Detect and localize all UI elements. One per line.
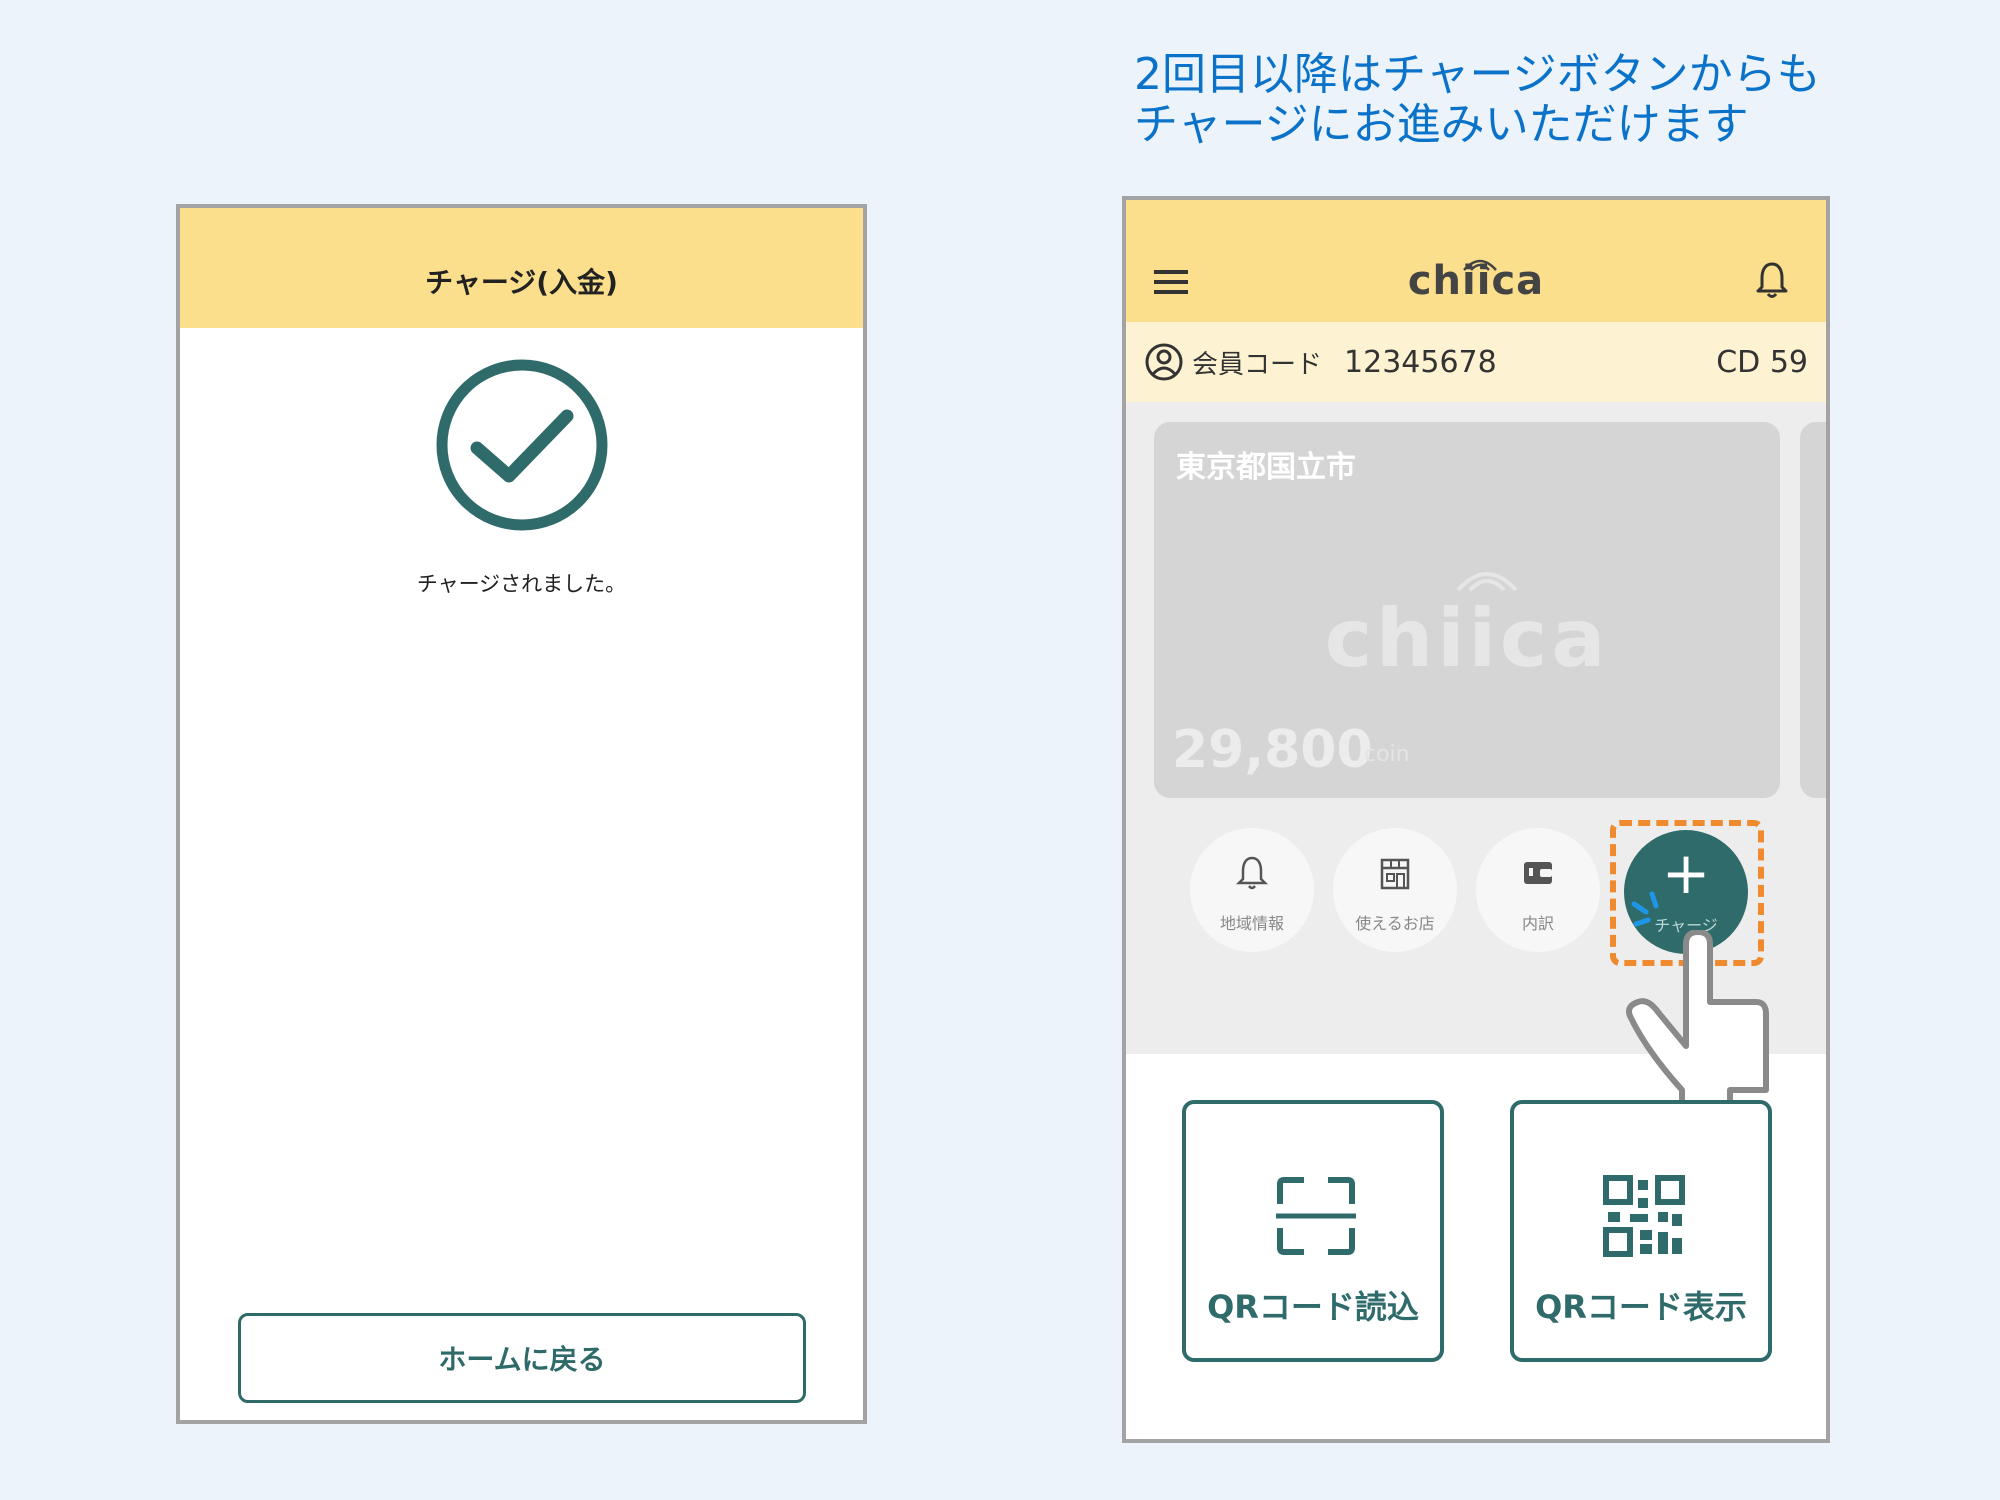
qr-scan-icon (1276, 1177, 1356, 1255)
action-local-info[interactable]: 地域情報 (1190, 828, 1314, 952)
member-code-label: 会員コード (1192, 349, 1323, 380)
caption-line-2: チャージにお進みいただけます (1134, 99, 1749, 150)
caption-line-1: 2回目以降はチャージボタンからも (1134, 49, 1821, 100)
currency-card[interactable]: 東京都国立市 chiica 29,800 coin (1154, 422, 1780, 798)
tap-effect-icon (1631, 891, 1659, 927)
shop-icon (1380, 858, 1410, 890)
check-circle-icon (436, 359, 608, 531)
screen-title: チャージ(入金) (425, 266, 618, 299)
card-balance: 29,800 (1172, 720, 1373, 780)
qr-read-button[interactable]: QRコード読込 (1182, 1100, 1444, 1362)
action-label: 内訳 (1521, 914, 1554, 933)
instruction-caption: 2回目以降はチャージボタンからも チャージにお進みいただけます (1134, 50, 1894, 150)
card-watermark: chiica (1324, 592, 1610, 685)
action-shops[interactable]: 使えるお店 (1333, 828, 1457, 952)
qr-read-label: QRコード読込 (1207, 1288, 1419, 1326)
success-message: チャージされました。 (416, 572, 627, 596)
action-label: 地域情報 (1219, 914, 1284, 933)
charge-complete-screen: チャージ(入金) チャージされました。 ホームに戻る (176, 204, 867, 1424)
watermark-signal-icon (1456, 572, 1518, 592)
bell-icon[interactable] (1754, 260, 1790, 300)
wallet-icon (1524, 862, 1552, 884)
bell-icon (1235, 856, 1269, 890)
next-card-peek[interactable] (1800, 422, 1826, 798)
app-logo: chiica (1407, 258, 1545, 304)
member-info-bar: 会員コード 12345678 CD 59 (1126, 322, 1826, 402)
user-icon (1145, 343, 1183, 381)
member-code-value: 12345678 (1344, 344, 1497, 380)
qr-display-label: QRコード表示 (1535, 1288, 1747, 1326)
action-label: 使えるお店 (1355, 914, 1435, 933)
qr-code-icon (1603, 1175, 1685, 1257)
qr-display-button[interactable]: QRコード表示 (1510, 1100, 1772, 1362)
back-to-home-button[interactable]: ホームに戻る (238, 1313, 806, 1403)
action-breakdown[interactable]: 内訳 (1476, 828, 1600, 952)
card-balance-unit: coin (1364, 742, 1410, 767)
check-digit: CD 59 (1716, 344, 1808, 380)
app-header: chiica (1126, 200, 1826, 322)
screen-header: チャージ(入金) (180, 208, 863, 328)
card-region-name: 東京都国立市 (1176, 450, 1356, 485)
home-screen: chiica 会員コード 12345678 CD 59 東京都国立市 chiic… (1122, 196, 1830, 1443)
